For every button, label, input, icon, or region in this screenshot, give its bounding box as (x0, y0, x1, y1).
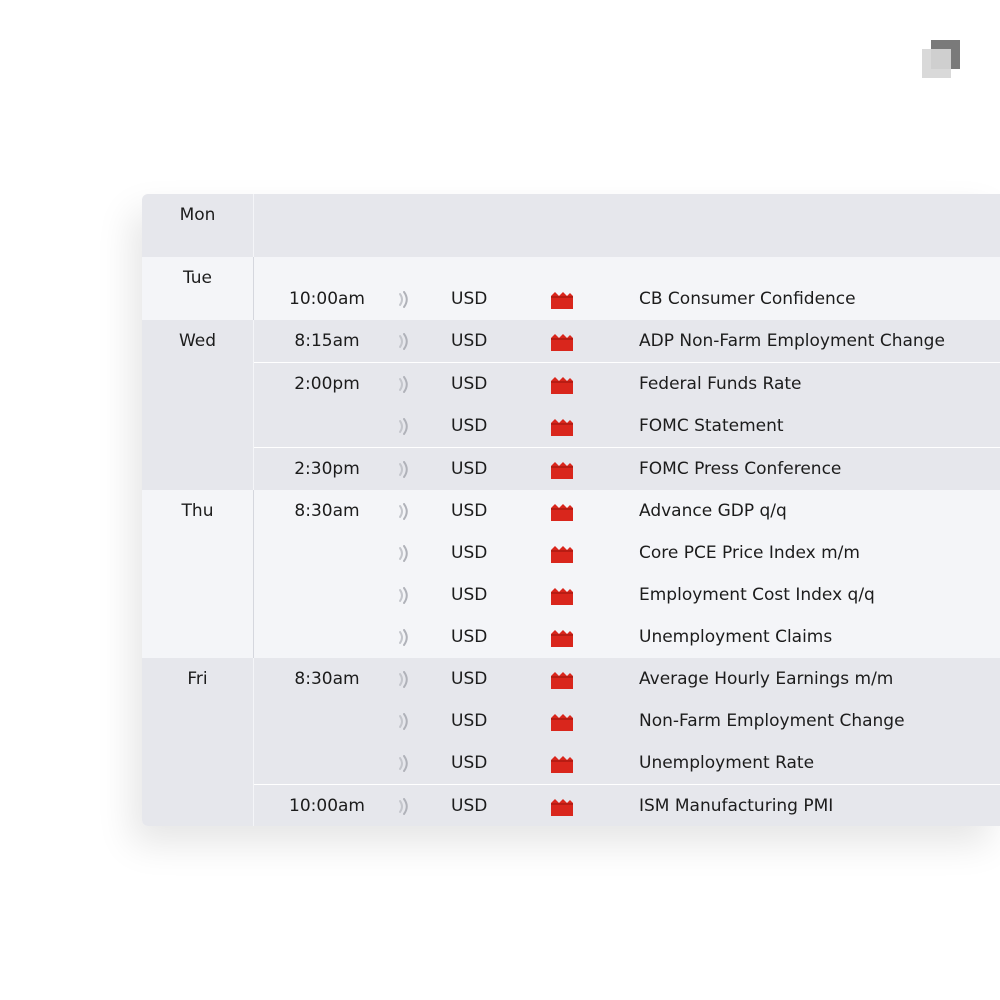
event-row[interactable]: USD Unemployment Rate (254, 742, 1000, 784)
day-section-thu: Thu 8:30am USD Advance GDP q/q USD Core PCE P… (142, 490, 1000, 658)
event-currency: USD (451, 331, 488, 351)
event-title[interactable]: ADP Non-Farm Employment Change (639, 320, 945, 362)
event-currency: USD (451, 753, 488, 773)
event-currency: USD (451, 374, 488, 394)
event-time (254, 574, 400, 616)
event-time: 2:30pm (294, 459, 360, 479)
event-currency: USD (451, 585, 488, 605)
event-row[interactable]: 8:30am USD Advance GDP q/q (254, 490, 1000, 532)
event-currency: USD (451, 711, 488, 731)
day-label: Thu (181, 501, 214, 521)
event-row[interactable]: 10:00am USD ISM Manufacturing PMI (254, 785, 1000, 826)
day-section-mon: Mon (142, 194, 1000, 257)
event-time: 8:15am (294, 331, 360, 351)
logo-front-square (922, 49, 951, 78)
day-section-wed: Wed 8:15am USD ADP Non-Farm Employment Chan… (142, 320, 1000, 490)
time-group: 10:00am USD ISM Manufacturing PMI (254, 784, 1000, 826)
day-events (253, 194, 1000, 257)
day-events: 8:30am USD Average Hourly Earnings m/m USD N… (253, 658, 1000, 826)
event-time (254, 532, 400, 574)
sound-alert-icon[interactable] (397, 742, 411, 784)
day-events: 8:30am USD Advance GDP q/q USD Core PCE Pric… (253, 490, 1000, 658)
day-label: Mon (179, 205, 216, 225)
day-section-tue: Tue 10:00am USD CB Consumer Confidence (142, 257, 1000, 320)
event-currency: USD (451, 416, 488, 436)
sound-alert-icon[interactable] (397, 363, 411, 405)
event-row[interactable]: USD Non-Farm Employment Change (254, 700, 1000, 742)
event-title[interactable]: CB Consumer Confidence (639, 278, 856, 320)
event-title[interactable]: FOMC Press Conference (639, 448, 841, 490)
event-title[interactable]: Unemployment Rate (639, 742, 814, 784)
event-row[interactable]: USD Employment Cost Index q/q (254, 574, 1000, 616)
event-row[interactable]: 8:30am USD Average Hourly Earnings m/m (254, 658, 1000, 700)
event-row[interactable]: 2:30pm USD FOMC Press Conference (254, 448, 1000, 490)
day-events: 10:00am USD CB Consumer Confidence (253, 257, 1000, 320)
sound-alert-icon[interactable] (397, 574, 411, 616)
sound-alert-icon[interactable] (397, 700, 411, 742)
event-time (254, 616, 400, 658)
event-currency: USD (451, 627, 488, 647)
sound-alert-icon[interactable] (397, 320, 411, 362)
event-title[interactable]: Federal Funds Rate (639, 363, 802, 405)
event-currency: USD (451, 459, 488, 479)
day-label: Wed (178, 331, 217, 351)
event-time: 8:30am (294, 669, 360, 689)
event-time (254, 700, 400, 742)
event-title[interactable]: Employment Cost Index q/q (639, 574, 875, 616)
sound-alert-icon[interactable] (397, 532, 411, 574)
event-time: 10:00am (289, 289, 365, 309)
event-time: 2:00pm (294, 374, 360, 394)
day-events: 8:15am USD ADP Non-Farm Employment Change 2… (253, 320, 1000, 490)
event-title[interactable]: Average Hourly Earnings m/m (639, 658, 893, 700)
event-row[interactable]: 8:15am USD ADP Non-Farm Employment Change (254, 320, 1000, 362)
sound-alert-icon[interactable] (397, 448, 411, 490)
day-label: Tue (182, 268, 213, 288)
time-group: 10:00am USD CB Consumer Confidence (254, 257, 1000, 320)
event-title[interactable]: Advance GDP q/q (639, 490, 787, 532)
day-label: Fri (187, 669, 208, 689)
event-row[interactable]: 10:00am USD CB Consumer Confidence (254, 257, 1000, 320)
brand-logo (922, 40, 960, 78)
sound-alert-icon[interactable] (397, 278, 411, 320)
event-time (254, 405, 400, 447)
sound-alert-icon[interactable] (397, 785, 411, 826)
event-currency: USD (451, 289, 488, 309)
event-time (254, 742, 400, 784)
time-group: 8:30am USD Advance GDP q/q USD Core PCE Pric… (254, 490, 1000, 658)
time-group: 2:00pm USD Federal Funds Rate USD FOMC State… (254, 362, 1000, 447)
event-row[interactable]: 2:00pm USD Federal Funds Rate (254, 363, 1000, 405)
event-currency: USD (451, 501, 488, 521)
day-section-fri: Fri 8:30am USD Average Hourly Earnings m/m U… (142, 658, 1000, 826)
event-currency: USD (451, 796, 488, 816)
event-title[interactable]: FOMC Statement (639, 405, 784, 447)
event-currency: USD (451, 543, 488, 563)
time-group: 2:30pm USD FOMC Press Conference (254, 447, 1000, 490)
economic-calendar-table: Mon Tue 10:00am USD CB Consumer Confidence We… (142, 194, 1000, 826)
event-title[interactable]: Core PCE Price Index m/m (639, 532, 860, 574)
time-group: 8:30am USD Average Hourly Earnings m/m USD N… (254, 658, 1000, 784)
sound-alert-icon[interactable] (397, 616, 411, 658)
empty-day-row (254, 194, 1000, 257)
event-title[interactable]: ISM Manufacturing PMI (639, 785, 833, 826)
event-title[interactable]: Non-Farm Employment Change (639, 700, 905, 742)
event-time: 8:30am (294, 501, 360, 521)
event-time: 10:00am (289, 796, 365, 816)
time-group: 8:15am USD ADP Non-Farm Employment Change (254, 320, 1000, 362)
event-row[interactable]: USD Unemployment Claims (254, 616, 1000, 658)
sound-alert-icon[interactable] (397, 405, 411, 447)
event-currency: USD (451, 669, 488, 689)
sound-alert-icon[interactable] (397, 658, 411, 700)
event-title[interactable]: Unemployment Claims (639, 616, 832, 658)
event-row[interactable]: USD Core PCE Price Index m/m (254, 532, 1000, 574)
sound-alert-icon[interactable] (397, 490, 411, 532)
event-row[interactable]: USD FOMC Statement (254, 405, 1000, 447)
